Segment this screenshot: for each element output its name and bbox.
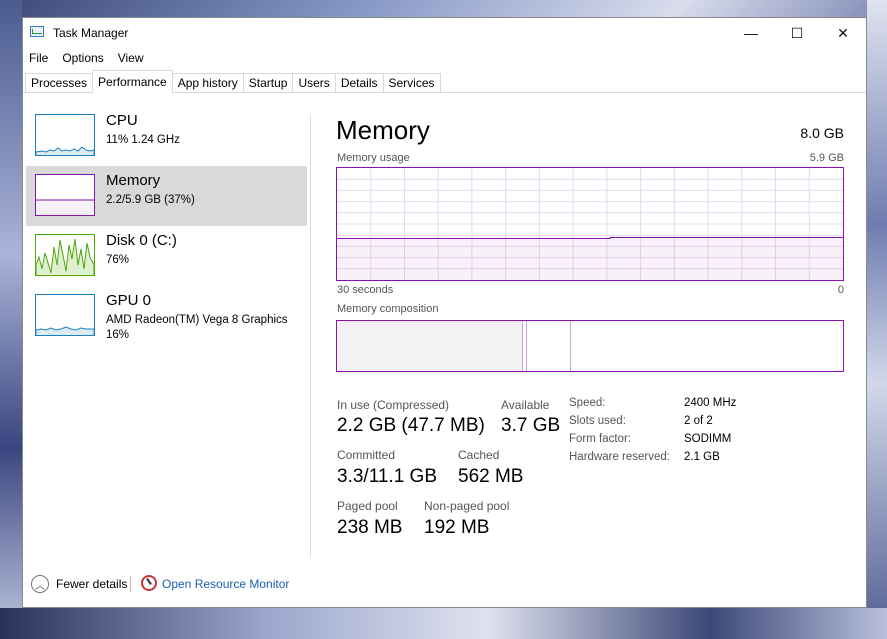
memory-composition-label: Memory composition (337, 303, 439, 315)
footer-separator (130, 576, 131, 592)
window-title: Task Manager (53, 26, 129, 40)
available-value: 3.7 GB (501, 415, 561, 436)
memory-usage-graph (336, 167, 844, 281)
sidebar-item-memory[interactable]: Memory 2.2/5.9 GB (37%) (26, 166, 307, 226)
form-factor-label: Form factor: (569, 433, 631, 445)
sidebar-gpu-detail: AMD Radeon(TM) Vega 8 Graphics 16% (106, 313, 288, 343)
sidebar-disk-title: Disk 0 (C:) (106, 232, 177, 249)
time-axis-right: 0 (837, 284, 844, 296)
sidebar-disk-detail: 76% (106, 254, 130, 266)
tab-app-history[interactable]: App history (171, 73, 244, 92)
open-resource-monitor-link[interactable]: Open Resource Monitor (162, 577, 289, 591)
task-manager-icon (30, 26, 46, 40)
form-factor-value: SODIMM (684, 433, 732, 445)
sidebar-item-gpu[interactable]: GPU 0 AMD Radeon(TM) Vega 8 Graphics 16% (26, 286, 307, 346)
speed-value: 2400 MHz (684, 397, 737, 409)
tab-performance[interactable]: Performance (92, 70, 173, 93)
close-button[interactable]: ✕ (820, 18, 866, 48)
usage-fill (337, 238, 843, 280)
menu-options[interactable]: Options (62, 51, 103, 65)
gpu-thumbnail-graph (35, 294, 95, 336)
slots-used-label: Slots used: (569, 415, 626, 427)
sidebar-gpu-usage: 16% (106, 329, 130, 341)
hardware-reserved-label: Hardware reserved: (569, 451, 670, 463)
maximize-button[interactable]: ☐ (774, 18, 820, 48)
speed-label: Speed: (569, 397, 606, 409)
sidebar-memory-title: Memory (106, 172, 161, 189)
in-use-value: 2.2 GB (47.7 MB) (337, 415, 485, 436)
title-bar[interactable]: Task Manager — ☐ ✕ (23, 18, 866, 48)
minimize-button[interactable]: — (728, 18, 774, 48)
performance-panel: CPU 11% 1.24 GHz Memory 2.2/5.9 GB (37%)… (23, 93, 866, 563)
tab-startup[interactable]: Startup (242, 73, 294, 92)
tab-users[interactable]: Users (292, 73, 336, 92)
tab-processes[interactable]: Processes (25, 73, 94, 92)
hardware-reserved-value: 2.1 GB (684, 451, 720, 463)
sidebar-cpu-title: CPU (106, 112, 138, 129)
composition-in-use (337, 321, 523, 371)
task-manager-window: Task Manager — ☐ ✕ File Options View Pro… (22, 17, 867, 608)
tab-services[interactable]: Services (382, 73, 441, 92)
composition-modified (526, 321, 527, 371)
available-label: Available (501, 398, 550, 412)
usage-graph-svg (337, 168, 843, 280)
memory-thumbnail-graph (35, 174, 95, 216)
sidebar-cpu-detail: 11% 1.24 GHz (106, 134, 180, 146)
time-axis-left: 30 seconds (337, 284, 394, 296)
paged-pool-value: 238 MB (337, 517, 403, 538)
panel-divider (310, 115, 311, 557)
resource-monitor-icon[interactable] (141, 575, 157, 591)
desktop-background-bottom (0, 608, 887, 639)
sidebar-memory-detail: 2.2/5.9 GB (37%) (106, 194, 195, 206)
in-use-label: In use (Compressed) (337, 398, 450, 412)
memory-usage-max: 5.9 GB (809, 152, 844, 164)
menu-file[interactable]: File (29, 51, 48, 65)
sidebar-item-disk[interactable]: Disk 0 (C:) 76% (26, 226, 307, 286)
disk-thumbnail-graph (35, 234, 95, 276)
cached-label: Cached (458, 448, 500, 462)
paged-pool-label: Paged pool (337, 499, 398, 513)
memory-usage-label: Memory usage (337, 152, 410, 164)
chevron-up-icon[interactable]: ︿ (31, 575, 49, 593)
total-memory: 8.0 GB (800, 125, 844, 141)
tab-strip: Processes Performance App history Startu… (23, 68, 866, 93)
cpu-thumbnail-graph (35, 114, 95, 156)
non-paged-pool-label: Non-paged pool (424, 499, 510, 513)
page-title: Memory (336, 115, 430, 145)
non-paged-pool-value: 192 MB (424, 517, 490, 538)
memory-composition-bar (336, 320, 844, 372)
desktop-background-right (867, 0, 887, 639)
menu-view[interactable]: View (118, 51, 144, 65)
footer-bar: ︿ Fewer details Open Resource Monitor (23, 570, 866, 600)
menu-bar: File Options View (23, 48, 866, 68)
cached-value: 562 MB (458, 466, 524, 487)
tab-details[interactable]: Details (334, 73, 384, 92)
composition-standby (570, 321, 571, 371)
desktop-background-left (0, 0, 22, 639)
sidebar-gpu-model: AMD Radeon(TM) Vega 8 Graphics (106, 314, 288, 326)
slots-used-value: 2 of 2 (684, 415, 713, 427)
sidebar-gpu-title: GPU 0 (106, 292, 152, 309)
sidebar-item-cpu[interactable]: CPU 11% 1.24 GHz (26, 106, 307, 166)
fewer-details-button[interactable]: Fewer details (56, 577, 127, 591)
resource-sidebar: CPU 11% 1.24 GHz Memory 2.2/5.9 GB (37%)… (26, 106, 307, 346)
usage-line (337, 237, 843, 240)
committed-label: Committed (337, 448, 396, 462)
committed-value: 3.3/11.1 GB (337, 466, 437, 487)
